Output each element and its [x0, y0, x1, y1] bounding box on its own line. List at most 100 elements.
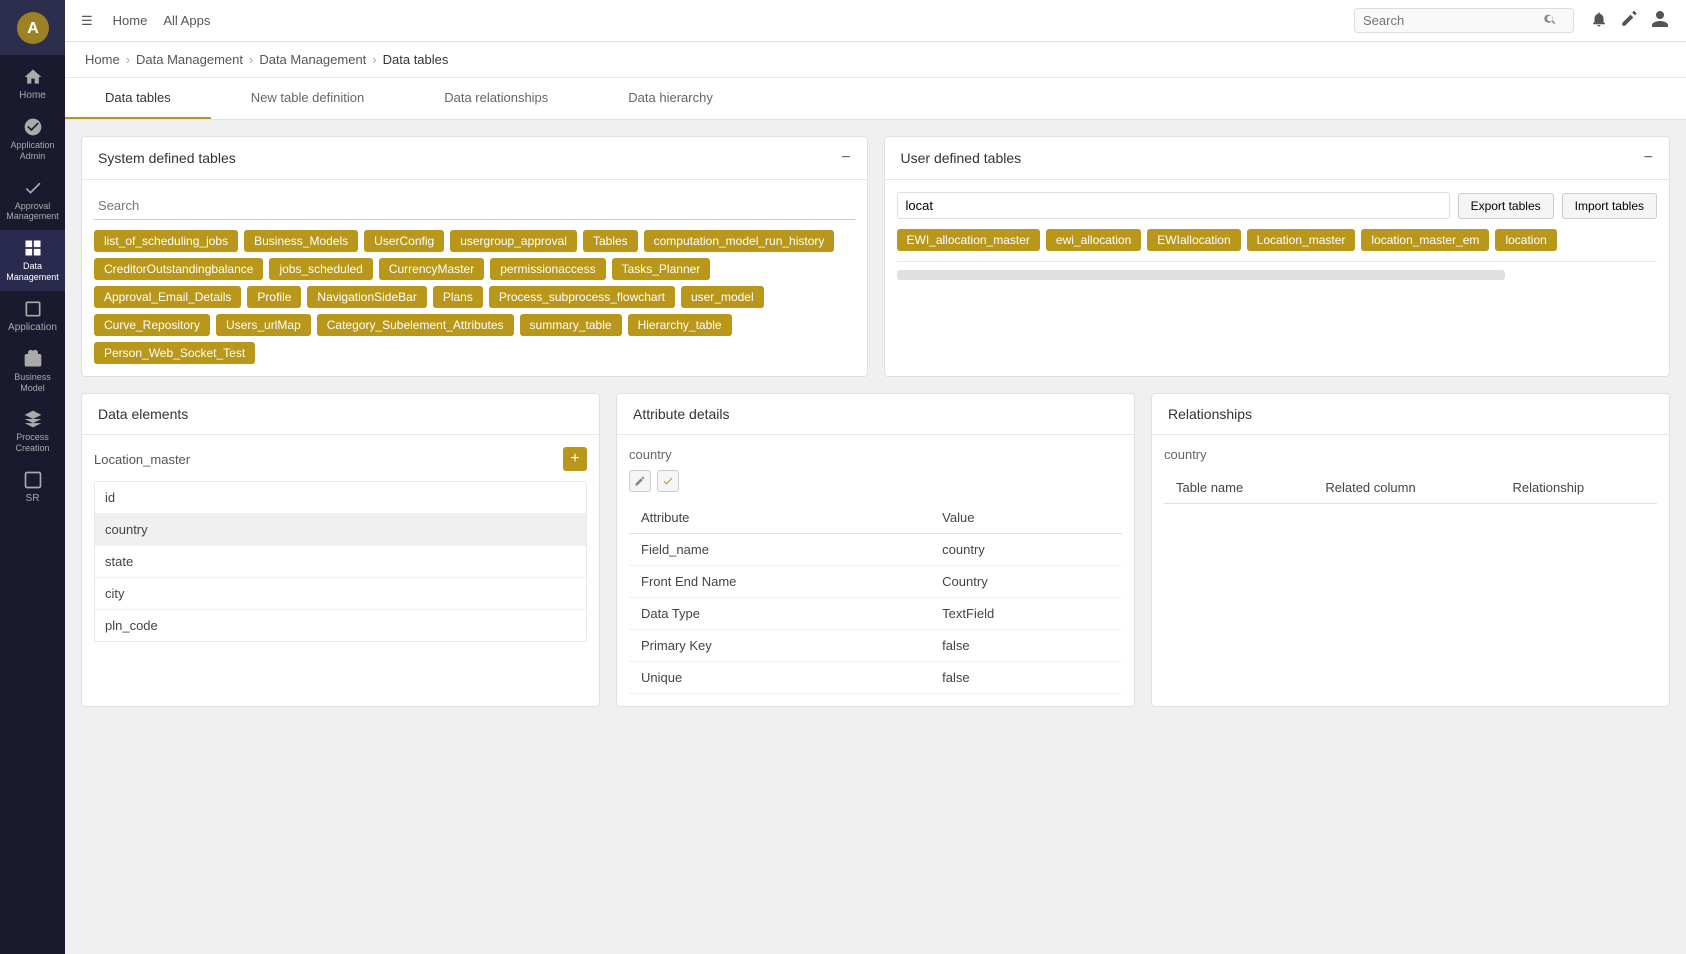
- attr-check-icon[interactable]: [657, 470, 679, 492]
- menu-icon[interactable]: ☰: [81, 13, 93, 29]
- data-elements-body: Location_master + id country state city …: [82, 435, 599, 654]
- relationships-title: Relationships: [1168, 406, 1252, 422]
- tag-userconfig[interactable]: UserConfig: [364, 230, 444, 252]
- tag-location[interactable]: location: [1495, 229, 1556, 251]
- tag-plans[interactable]: Plans: [433, 286, 483, 308]
- tag-summary-table[interactable]: summary_table: [520, 314, 622, 336]
- sidebar-item-business[interactable]: BusinessModel: [0, 341, 65, 402]
- tab-new-table[interactable]: New table definition: [211, 78, 404, 119]
- svg-text:A: A: [27, 20, 39, 37]
- attr-col-attribute: Attribute: [629, 502, 930, 534]
- tag-business-models[interactable]: Business_Models: [244, 230, 358, 252]
- tag-computation-model[interactable]: computation_model_run_history: [644, 230, 835, 252]
- element-state[interactable]: state: [95, 546, 586, 578]
- tag-category-subelement[interactable]: Category_Subelement_Attributes: [317, 314, 514, 336]
- tag-ewi-allocation[interactable]: ewi_allocation: [1046, 229, 1141, 251]
- sidebar-item-process[interactable]: ProcessCreation: [0, 401, 65, 462]
- tag-tasks-planner[interactable]: Tasks_Planner: [612, 258, 711, 280]
- tag-profile[interactable]: Profile: [247, 286, 301, 308]
- system-tables-title: System defined tables: [98, 150, 236, 166]
- sidebar-item-sr[interactable]: SR: [0, 462, 65, 512]
- tag-person-websocket[interactable]: Person_Web_Socket_Test: [94, 342, 255, 364]
- relationships-panel: Relationships country Table name Related…: [1151, 393, 1670, 707]
- tag-currency-master[interactable]: CurrencyMaster: [379, 258, 484, 280]
- sidebar-item-data-mgmt[interactable]: DataManagement: [0, 230, 65, 291]
- tab-data-hierarchy[interactable]: Data hierarchy: [588, 78, 753, 119]
- tag-user-model[interactable]: user_model: [681, 286, 764, 308]
- attribute-table: Attribute Value Field_name country Front…: [629, 502, 1122, 694]
- breadcrumb-sep1: ›: [126, 52, 130, 67]
- import-tables-btn[interactable]: Import tables: [1562, 193, 1657, 219]
- selected-table-label: Location_master: [94, 452, 190, 467]
- sidebar-item-app-admin[interactable]: ApplicationAdmin: [0, 109, 65, 170]
- system-tables-search[interactable]: [94, 192, 855, 220]
- tag-location-master-em[interactable]: location_master_em: [1361, 229, 1489, 251]
- search-input[interactable]: [1363, 13, 1543, 28]
- tag-creditor[interactable]: CreditorOutstandingbalance: [94, 258, 263, 280]
- sidebar-item-approval[interactable]: ApprovalManagement: [0, 170, 65, 231]
- attribute-details-body: country Attribute Value: [617, 435, 1134, 706]
- attr-col-value: Value: [930, 502, 1122, 534]
- topbar-home-link[interactable]: Home: [113, 13, 148, 28]
- user-tables-body: Export tables Import tables EWI_allocati…: [885, 180, 1670, 292]
- sidebar-item-home[interactable]: Home: [0, 59, 65, 109]
- tab-data-tables[interactable]: Data tables: [65, 78, 211, 119]
- breadcrumb-level2[interactable]: Data Management: [259, 52, 366, 67]
- attr-unique-key: Unique: [629, 662, 930, 694]
- element-id[interactable]: id: [95, 482, 586, 514]
- attribute-details-title: Attribute details: [633, 406, 730, 422]
- tag-ewiallocation[interactable]: EWIallocation: [1147, 229, 1240, 251]
- elements-list: id country state city pln_code: [94, 481, 587, 642]
- tab-data-relationships[interactable]: Data relationships: [404, 78, 588, 119]
- user-tables-search[interactable]: [897, 192, 1450, 219]
- tag-location-master[interactable]: Location_master: [1247, 229, 1356, 251]
- tag-hierarchy-table[interactable]: Hierarchy_table: [628, 314, 732, 336]
- tag-tables[interactable]: Tables: [583, 230, 638, 252]
- tag-permission[interactable]: permissionaccess: [490, 258, 605, 280]
- sidebar-item-sr-label: SR: [26, 493, 40, 504]
- sidebar-item-data-mgmt-label: DataManagement: [6, 261, 59, 283]
- tag-usergroup-approval[interactable]: usergroup_approval: [450, 230, 577, 252]
- element-pln-code[interactable]: pln_code: [95, 610, 586, 641]
- attr-data-type-key: Data Type: [629, 598, 930, 630]
- rel-col-related-column: Related column: [1313, 472, 1500, 504]
- add-element-btn[interactable]: +: [563, 447, 587, 471]
- breadcrumb: Home › Data Management › Data Management…: [65, 42, 1686, 78]
- tag-jobs-scheduled[interactable]: jobs_scheduled: [269, 258, 372, 280]
- topbar-search-box: [1354, 8, 1574, 33]
- system-tables-tags: list_of_scheduling_jobs Business_Models …: [94, 230, 855, 364]
- breadcrumb-home[interactable]: Home: [85, 52, 120, 67]
- tag-ewi-alloc-master[interactable]: EWI_allocation_master: [897, 229, 1040, 251]
- tag-users-urlmap[interactable]: Users_urlMap: [216, 314, 311, 336]
- system-tables-minimize-btn[interactable]: −: [841, 149, 850, 167]
- attribute-details-header: Attribute details: [617, 394, 1134, 435]
- attr-edit-icon[interactable]: [629, 470, 651, 492]
- app-logo[interactable]: A: [0, 0, 65, 55]
- tag-navigation-sidebar[interactable]: NavigationSideBar: [307, 286, 426, 308]
- attr-primary-key-value: false: [930, 630, 1122, 662]
- element-city[interactable]: city: [95, 578, 586, 610]
- user-avatar[interactable]: [1650, 9, 1670, 32]
- topbar-icons: [1590, 9, 1670, 32]
- tag-curve-repository[interactable]: Curve_Repository: [94, 314, 210, 336]
- export-tables-btn[interactable]: Export tables: [1458, 193, 1554, 219]
- search-icon[interactable]: [1543, 12, 1557, 29]
- tag-approval-email[interactable]: Approval_Email_Details: [94, 286, 241, 308]
- relationships-table: Table name Related column Relationship: [1164, 472, 1657, 504]
- breadcrumb-sep3: ›: [372, 52, 376, 67]
- notification-icon[interactable]: [1590, 10, 1608, 31]
- breadcrumb-level1[interactable]: Data Management: [136, 52, 243, 67]
- main-wrapper: ☰ Home All Apps Home › Data Management ›…: [65, 0, 1686, 954]
- content-area: System defined tables − list_of_scheduli…: [65, 120, 1686, 954]
- tag-process-subprocess[interactable]: Process_subprocess_flowchart: [489, 286, 675, 308]
- breadcrumb-sep2: ›: [249, 52, 253, 67]
- topbar-apps-link[interactable]: All Apps: [163, 13, 210, 28]
- element-country[interactable]: country: [95, 514, 586, 546]
- attribute-details-panel: Attribute details country: [616, 393, 1135, 707]
- user-tables-minimize-btn[interactable]: −: [1644, 149, 1653, 167]
- edit-icon[interactable]: [1620, 10, 1638, 31]
- user-tables-panel: User defined tables − Export tables Impo…: [884, 136, 1671, 377]
- attr-unique-value: false: [930, 662, 1122, 694]
- tag-list-scheduling[interactable]: list_of_scheduling_jobs: [94, 230, 238, 252]
- sidebar-item-application[interactable]: Application: [0, 291, 65, 341]
